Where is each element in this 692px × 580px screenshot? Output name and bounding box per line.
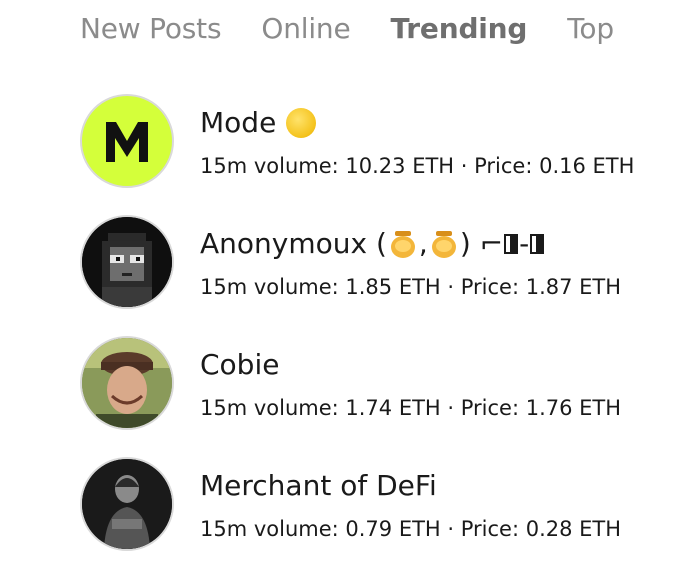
- trending-user-list: Mode 15m volume: 10.23 ETH · Price: 0.16…: [80, 92, 680, 576]
- name-separator: ,: [418, 227, 428, 260]
- name-dash: -: [519, 227, 530, 260]
- user-stats: 15m volume: 10.23 ETH · Price: 0.16 ETH: [200, 154, 635, 178]
- user-name[interactable]: Cobie: [200, 348, 279, 381]
- user-name-row: Merchant of DeFi: [200, 469, 437, 502]
- tab-trending[interactable]: Trending: [390, 12, 527, 45]
- user-name-row: Cobie: [200, 348, 279, 381]
- yellow-coin-icon: [286, 107, 317, 138]
- list-item[interactable]: Cobie 15m volume: 1.74 ETH · Price: 1.76…: [80, 334, 680, 455]
- list-item[interactable]: Mode 15m volume: 10.23 ETH · Price: 0.16…: [80, 92, 680, 213]
- user-stats: 15m volume: 1.74 ETH · Price: 1.76 ETH: [200, 396, 622, 420]
- avatar[interactable]: [80, 94, 174, 188]
- mode-logo-icon: [106, 122, 148, 162]
- user-name[interactable]: Anonymoux (: [200, 227, 387, 260]
- list-item[interactable]: Anonymoux ( , ) ⌐ - 15m volume: 1.85 ETH…: [80, 213, 680, 334]
- pixel-glasses-icon: [530, 233, 545, 254]
- tab-online[interactable]: Online: [261, 12, 350, 45]
- feed-tabs: New Posts Online Trending Top: [80, 6, 654, 50]
- name-tail: ) ⌐: [459, 227, 504, 260]
- user-name-row: Anonymoux ( , ) ⌐ -: [200, 227, 545, 260]
- avatar[interactable]: [80, 457, 174, 551]
- user-stats: 15m volume: 0.79 ETH · Price: 0.28 ETH: [200, 517, 622, 541]
- pixel-glasses-icon: [504, 233, 519, 254]
- tab-top[interactable]: Top: [567, 12, 614, 45]
- tab-new-posts[interactable]: New Posts: [80, 12, 222, 45]
- user-stats: 15m volume: 1.85 ETH · Price: 1.87 ETH: [200, 275, 622, 299]
- person-bw-photo-icon: [82, 459, 172, 549]
- honey-pot-icon: [390, 230, 415, 258]
- avatar[interactable]: [80, 336, 174, 430]
- person-photo-icon: [82, 338, 172, 428]
- pixel-punk-icon: [82, 217, 172, 307]
- user-name[interactable]: Mode: [200, 106, 276, 139]
- avatar[interactable]: [80, 215, 174, 309]
- honey-pot-icon: [431, 230, 456, 258]
- user-name[interactable]: Merchant of DeFi: [200, 469, 437, 502]
- list-item[interactable]: Merchant of DeFi 15m volume: 0.79 ETH · …: [80, 455, 680, 576]
- user-name-row: Mode: [200, 106, 317, 139]
